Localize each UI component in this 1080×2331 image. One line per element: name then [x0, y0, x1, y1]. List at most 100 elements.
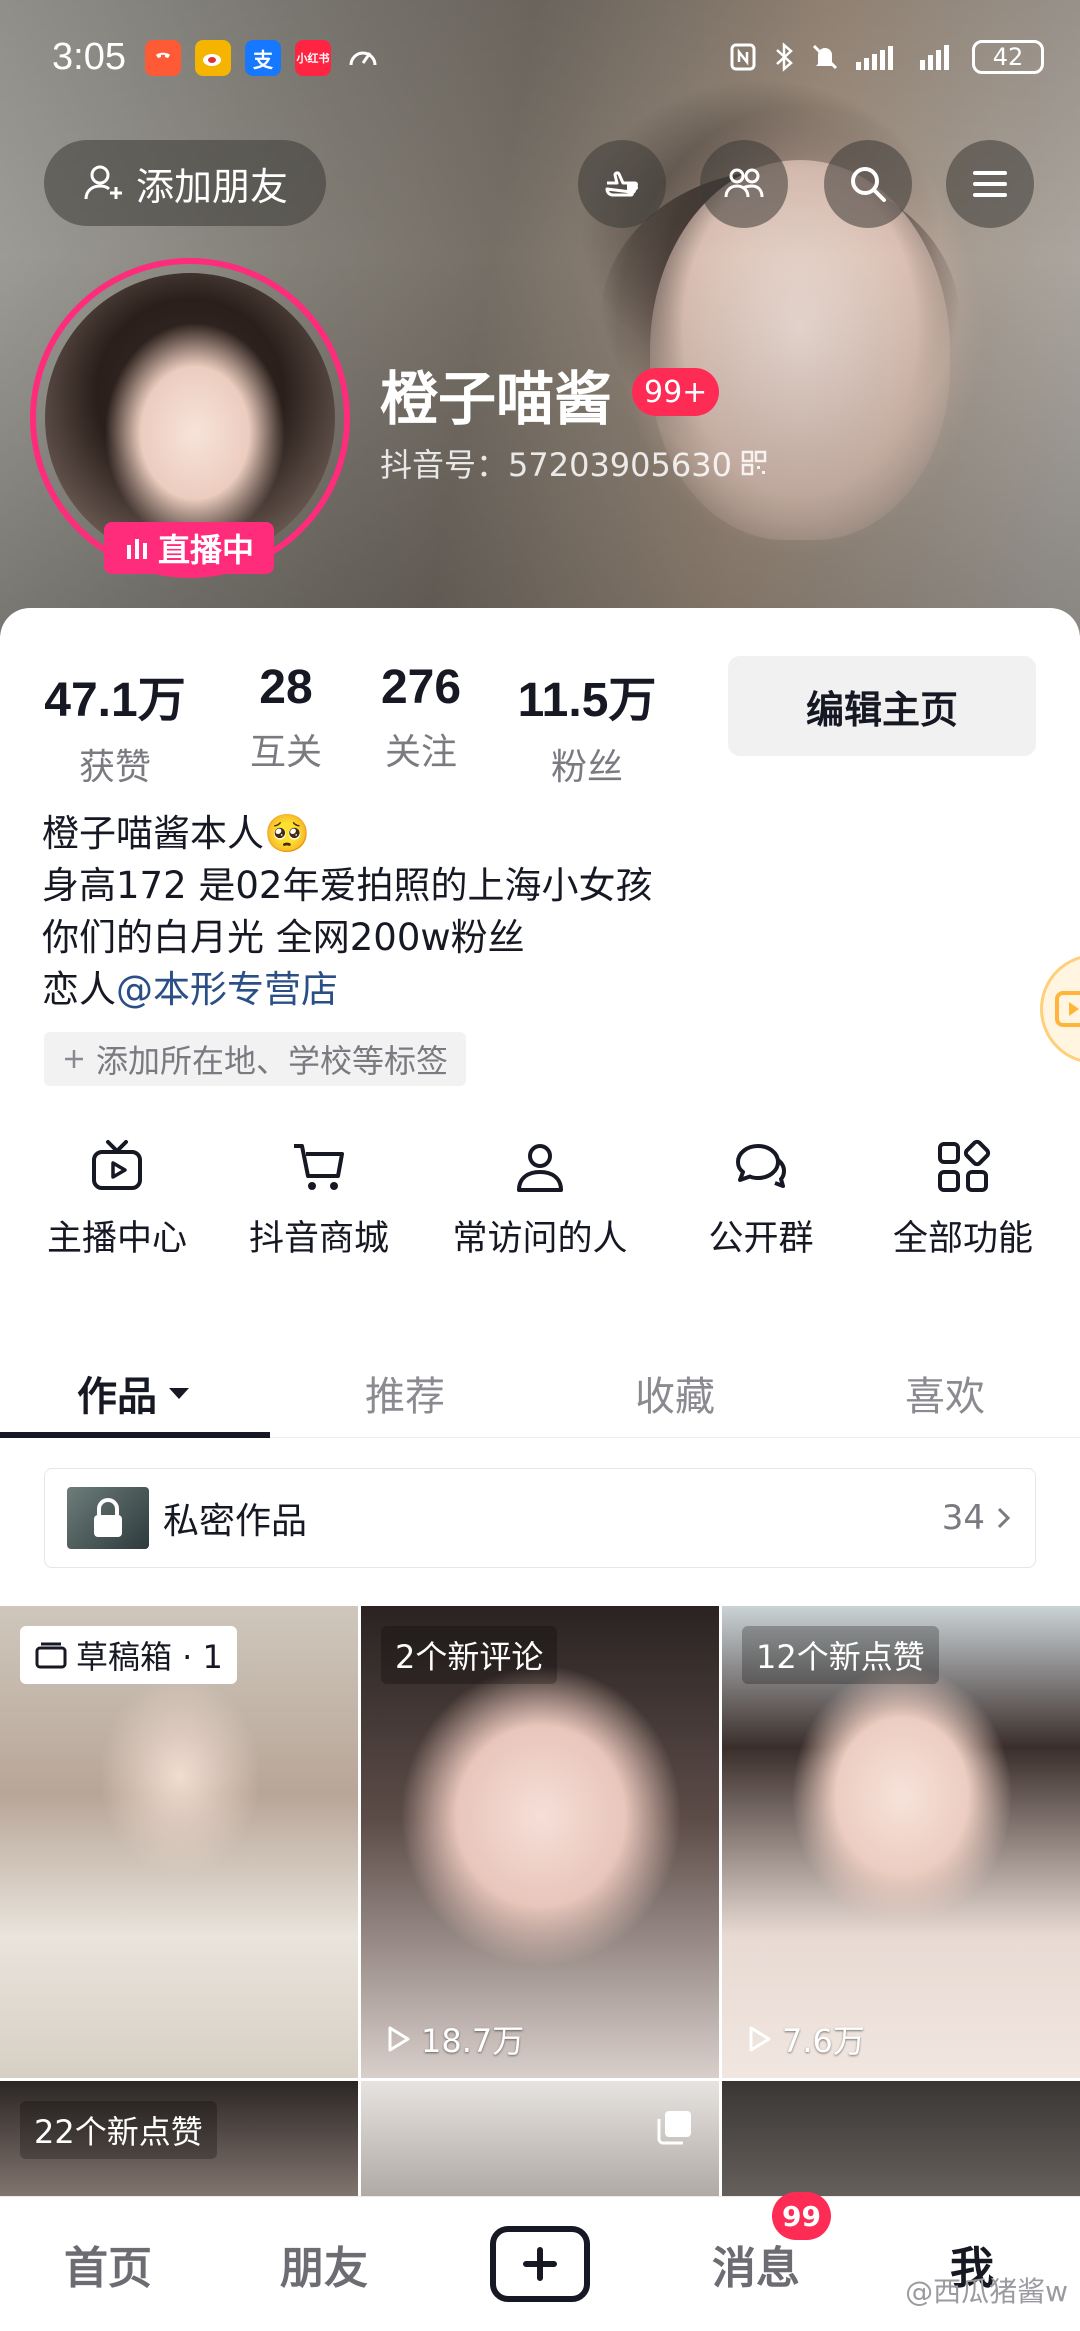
- tv-icon: [92, 1140, 142, 1190]
- tab-likes[interactable]: 喜欢: [810, 1348, 1080, 1437]
- func-anchor-center[interactable]: 主播中心: [0, 1138, 234, 1261]
- create-button[interactable]: [490, 2226, 590, 2302]
- avatar[interactable]: [45, 273, 335, 563]
- lock-icon: [94, 1498, 122, 1537]
- nfc-icon: [730, 43, 756, 71]
- tile-tag: 12个新点赞: [742, 1626, 939, 1684]
- xiaohongshu-icon: 小红书: [295, 40, 331, 76]
- cover-photo-hair: [600, 170, 960, 470]
- func-label: 公开群: [708, 1219, 814, 1259]
- work-tile[interactable]: 2个新评论 18.7万: [361, 1606, 719, 2078]
- multi-image-icon: [657, 2111, 691, 2145]
- add-friend-button[interactable]: 添加朋友: [44, 140, 326, 226]
- nav-create[interactable]: [432, 2226, 648, 2302]
- stat-following[interactable]: 276 关注: [366, 660, 476, 790]
- nav-friends[interactable]: 朋友: [216, 2232, 432, 2296]
- func-all[interactable]: 全部功能: [846, 1138, 1080, 1261]
- tab-recommend[interactable]: 推荐: [270, 1348, 540, 1437]
- stat-label: 互关: [249, 732, 322, 773]
- bio-prefix: 恋人: [42, 968, 116, 1011]
- live-badge[interactable]: 直播中: [104, 522, 274, 574]
- stat-value: 28: [259, 661, 313, 714]
- function-row: 主播中心 抖音商城 常访问的人 公开群 全部功能: [0, 1138, 1080, 1261]
- phone-icon: [145, 40, 181, 76]
- private-works-label: 私密作品: [163, 1501, 308, 1542]
- douyin-id-text: 抖音号：57203905630: [380, 446, 732, 484]
- stat-label: 获赞: [78, 747, 151, 788]
- tile-tag: 草稿箱 · 1: [76, 1638, 223, 1676]
- menu-button[interactable]: [946, 140, 1034, 228]
- content-tabs: 作品 推荐 收藏 喜欢: [0, 1348, 1080, 1438]
- alipay-icon: 支: [245, 40, 281, 76]
- add-tag-label: 添加所在地、学校等标签: [96, 1042, 449, 1080]
- private-works-row[interactable]: 私密作品 34: [44, 1468, 1036, 1568]
- work-tile[interactable]: [361, 2081, 719, 2211]
- status-time: 3:05: [52, 36, 126, 78]
- work-tile[interactable]: 12个新点赞 7.6万: [722, 1606, 1080, 2078]
- stat-mutual[interactable]: 28 互关: [218, 660, 354, 790]
- bluetooth-icon: [776, 42, 793, 72]
- func-label: 抖音商城: [248, 1219, 389, 1259]
- tile-tag: 2个新评论: [381, 1626, 558, 1684]
- battery-indicator: 42: [972, 40, 1044, 74]
- func-mall[interactable]: 抖音商城: [234, 1138, 404, 1261]
- play-icon: [749, 2026, 771, 2052]
- func-public-group[interactable]: 公开群: [676, 1138, 846, 1261]
- nickname-badge[interactable]: 99+: [632, 368, 720, 416]
- stat-label: 粉丝: [550, 747, 623, 788]
- add-user-icon: [84, 165, 122, 200]
- nav-home[interactable]: 首页: [0, 2232, 216, 2296]
- func-label: 常访问的人: [452, 1219, 628, 1259]
- add-friend-label: 添加朋友: [135, 164, 288, 209]
- play-count: 18.7万: [383, 2016, 524, 2062]
- douyin-id[interactable]: 抖音号：57203905630: [380, 440, 768, 486]
- private-works-count-text: 34: [941, 1498, 985, 1538]
- stat-value: 11.5万: [517, 674, 657, 727]
- bio: 橙子喵酱本人🥺 身高172 是02年爱拍照的上海小女孩 你们的白月光 全网200…: [42, 808, 652, 1016]
- work-tile[interactable]: 草稿箱 · 1: [0, 1606, 358, 2078]
- side-play-icon: [1055, 991, 1080, 1027]
- messages-badge: 99: [772, 2192, 831, 2240]
- people-icon: [724, 168, 764, 198]
- visitors-button[interactable]: [700, 140, 788, 228]
- pointing-hand-icon: [605, 171, 638, 197]
- edit-profile-button[interactable]: 编辑主页: [728, 656, 1036, 756]
- menu-icon: [973, 171, 1007, 197]
- add-tag-chip[interactable]: 添加所在地、学校等标签: [44, 1032, 467, 1086]
- tab-works[interactable]: 作品: [0, 1348, 270, 1438]
- stat-value: 47.1万: [44, 674, 186, 727]
- plus-icon: [65, 1050, 83, 1068]
- grid-icon: [938, 1139, 991, 1192]
- stat-likes[interactable]: 47.1万 获赞: [40, 660, 190, 790]
- work-tile[interactable]: 22个新点赞: [0, 2081, 358, 2211]
- watermark: @西瓜猪酱w: [905, 2275, 1068, 2308]
- func-frequent-visitors[interactable]: 常访问的人: [404, 1138, 676, 1261]
- status-app-icons: 支 小红书: [145, 40, 381, 76]
- nickname: 橙子喵酱: [380, 365, 613, 433]
- chevron-right-icon: [997, 1507, 1011, 1529]
- speed-icon: [345, 40, 381, 76]
- live-bars-icon: [126, 539, 147, 559]
- gesture-button[interactable]: [578, 140, 666, 228]
- mention-link[interactable]: @本形专营店: [116, 968, 338, 1011]
- lock-thumbnail: [67, 1487, 149, 1549]
- bio-line: 你们的白月光 全网200w粉丝: [42, 916, 525, 959]
- nav-messages-label: 消息: [712, 2243, 800, 2294]
- stats-row: 47.1万 获赞 28 互关 276 关注 11.5万 粉丝: [40, 660, 662, 790]
- search-button[interactable]: [824, 140, 912, 228]
- private-works-count: 34: [942, 1498, 1013, 1538]
- group-chat-icon: [736, 1144, 786, 1188]
- qr-code-icon: [741, 450, 767, 476]
- stat-followers[interactable]: 11.5万 粉丝: [512, 660, 662, 790]
- caret-down-icon: [169, 1387, 189, 1399]
- play-count: 7.6万: [744, 2016, 865, 2062]
- stat-label: 关注: [384, 732, 457, 773]
- nav-messages[interactable]: 消息 99: [648, 2192, 864, 2296]
- signal-icon: [856, 46, 893, 70]
- status-right: 42: [728, 40, 1044, 74]
- mute-bell-icon: [812, 44, 838, 70]
- draft-box-icon: [35, 1642, 67, 1669]
- work-tile[interactable]: [722, 2081, 1080, 2211]
- tab-favorites[interactable]: 收藏: [540, 1348, 810, 1437]
- func-label: 全部功能: [892, 1219, 1033, 1259]
